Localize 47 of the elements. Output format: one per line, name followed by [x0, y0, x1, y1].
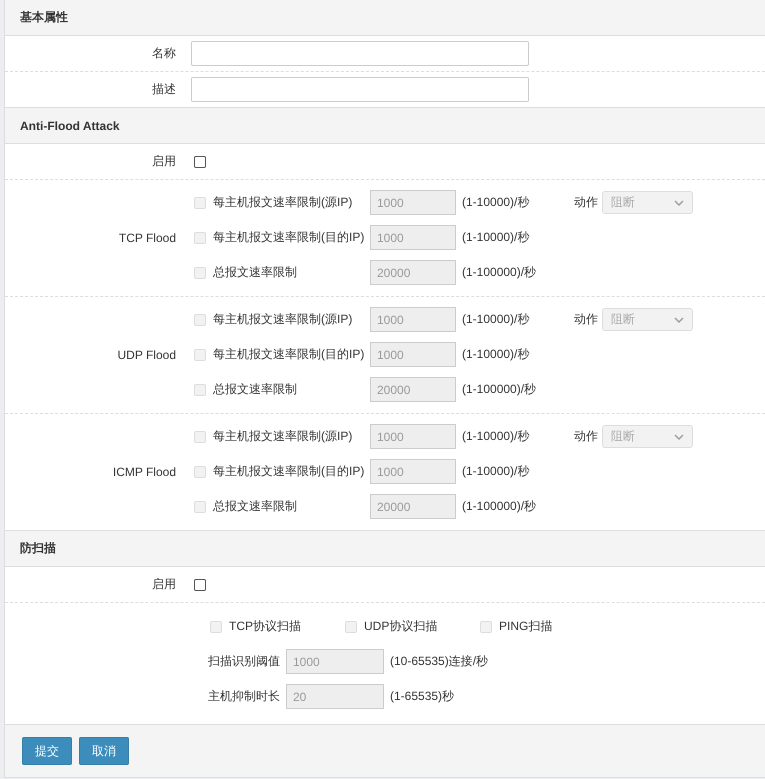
checkbox[interactable] — [194, 578, 206, 590]
input-field[interactable] — [191, 77, 529, 102]
option-label: UDP协议扫描 — [364, 618, 438, 635]
range-hint: (1-10000)/秒 — [462, 229, 530, 246]
group-label: ICMP Flood — [112, 464, 177, 478]
range-hint: (1-65535)秒 — [390, 688, 456, 705]
option-label: 每主机报文速率限制(源IP) — [213, 311, 354, 328]
range-hint: (1-10000)/秒 — [462, 428, 530, 445]
range-hint: (1-10000)/秒 — [462, 194, 530, 211]
section-title: 基本属性 — [20, 9, 68, 26]
submit-button[interactable]: 提交 — [22, 737, 72, 765]
chevron-icon — [674, 434, 684, 440]
group-label: UDP Flood — [116, 348, 177, 362]
checkbox[interactable] — [194, 156, 206, 168]
cancel-button[interactable]: 取消 — [79, 737, 129, 765]
option-label: 每主机报文速率限制(目的IP) — [213, 346, 366, 363]
section-title: 防扫描 — [20, 540, 56, 557]
action-label: 动作 — [574, 428, 598, 445]
range-hint: (1-10000)/秒 — [462, 311, 530, 328]
field-label: 扫描识别阈值 — [208, 653, 280, 670]
input-field[interactable] — [191, 41, 529, 66]
chevron-icon — [674, 200, 684, 206]
range-hint: (1-10000)/秒 — [462, 463, 530, 480]
group-label: TCP Flood — [118, 230, 177, 244]
range-hint: (1-10000)/秒 — [462, 346, 530, 363]
field-label: 启用 — [151, 153, 177, 170]
range-hint: (1-100000)/秒 — [462, 498, 538, 515]
option-label: 总报文速率限制 — [213, 381, 298, 398]
range-hint: (10-65535)连接/秒 — [390, 653, 490, 670]
range-hint: (1-100000)/秒 — [462, 264, 538, 281]
field-label: 主机抑制时长 — [208, 688, 280, 705]
option-label: 总报文速率限制 — [213, 264, 298, 281]
option-label: 每主机报文速率限制(源IP) — [213, 428, 354, 445]
action-label: 动作 — [574, 311, 598, 328]
option-label: TCP协议扫描 — [229, 618, 301, 635]
option-label: 每主机报文速率限制(目的IP) — [213, 463, 366, 480]
field-label: 描述 — [151, 81, 177, 98]
option-label: 每主机报文速率限制(目的IP) — [213, 229, 366, 246]
action-label: 动作 — [574, 194, 598, 211]
option-label: PING扫描 — [499, 618, 552, 635]
section-title: Anti-Flood Attack — [20, 118, 120, 132]
field-label: 名称 — [151, 45, 177, 62]
option-label: 总报文速率限制 — [213, 498, 298, 515]
range-hint: (1-100000)/秒 — [462, 381, 538, 398]
field-label: 启用 — [151, 576, 177, 593]
option-label: 每主机报文速率限制(源IP) — [213, 194, 354, 211]
chevron-icon — [674, 316, 684, 322]
